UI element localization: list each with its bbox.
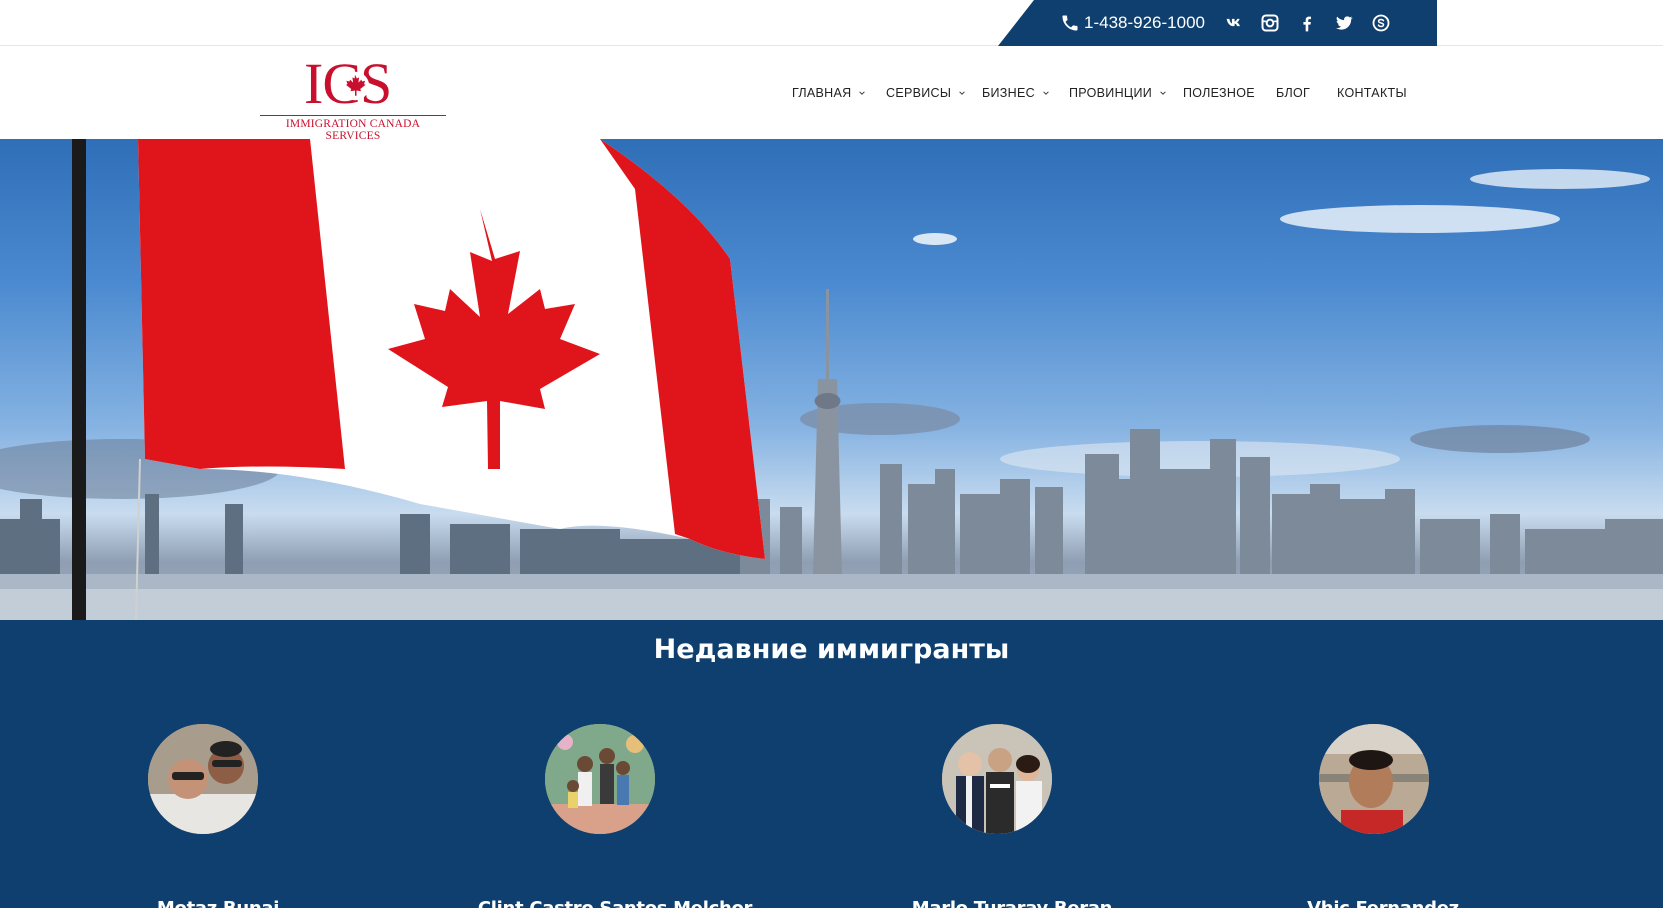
nav-label: СЕРВИСЫ <box>886 86 952 100</box>
section-title: Недавние иммигранты <box>653 634 1010 665</box>
immigrant-name: Motaz Bunai <box>58 898 378 908</box>
avatar[interactable] <box>1319 724 1429 834</box>
logo[interactable]: ICS IMMIGRATION CANADA SERVICES <box>260 53 446 142</box>
chevron-down-icon <box>859 91 866 95</box>
nav-label: БЛОГ <box>1276 86 1311 100</box>
avatar[interactable] <box>545 724 655 834</box>
facebook-icon[interactable] <box>1295 11 1319 35</box>
nav-label: ГЛАВНАЯ <box>792 86 852 100</box>
nav-label: КОНТАКТЫ <box>1337 86 1407 100</box>
avatar[interactable] <box>148 724 258 834</box>
nav-label: ПОЛЕЗНОЕ <box>1183 86 1255 100</box>
nav-item-business[interactable]: БИЗНЕС <box>982 47 1050 139</box>
nav-label: БИЗНЕС <box>982 86 1035 100</box>
nav-item-services[interactable]: СЕРВИСЫ <box>886 47 966 139</box>
recent-immigrants-section: Недавние иммигранты Motaz Bunai Clint Ca… <box>0 620 1663 908</box>
vk-icon[interactable] <box>1223 11 1247 35</box>
immigrant-name: Marlo Turaray Beran <box>852 898 1172 908</box>
avatar[interactable] <box>942 724 1052 834</box>
nav-label: ПРОВИНЦИИ <box>1069 86 1153 100</box>
nav-item-useful[interactable]: ПОЛЕЗНОЕ <box>1183 47 1255 139</box>
phone-link[interactable]: 1-438-926-1000 <box>1060 0 1205 46</box>
immigrant-name: Clint Castro Santos Melchor <box>455 898 775 908</box>
chevron-down-icon <box>1043 91 1049 95</box>
nav-item-contacts[interactable]: КОНТАКТЫ <box>1337 47 1407 139</box>
nav-item-provinces[interactable]: ПРОВИНЦИИ <box>1069 47 1167 139</box>
top-bar: 1-438-926-1000 <box>0 0 1663 46</box>
toronto-skyline-image <box>0 139 1663 620</box>
nav-item-home[interactable]: ГЛАВНАЯ <box>792 47 866 139</box>
immigrant-name: Vhic Fernandez <box>1223 898 1543 908</box>
twitter-icon[interactable] <box>1332 11 1356 35</box>
skype-icon[interactable] <box>1369 11 1393 35</box>
chevron-down-icon <box>1160 91 1166 95</box>
instagram-icon[interactable] <box>1258 11 1282 35</box>
phone-icon <box>1062 15 1078 31</box>
phone-number: 1-438-926-1000 <box>1084 13 1205 32</box>
site-header: ICS IMMIGRATION CANADA SERVICES ГЛАВНАЯ … <box>0 47 1663 142</box>
maple-leaf-icon <box>340 71 370 101</box>
hero-banner <box>0 139 1663 620</box>
chevron-down-icon <box>959 91 965 95</box>
logo-subtitle: IMMIGRATION CANADA SERVICES <box>260 115 446 142</box>
contact-panel: 1-438-926-1000 <box>998 0 1437 46</box>
nav-item-blog[interactable]: БЛОГ <box>1276 47 1310 139</box>
